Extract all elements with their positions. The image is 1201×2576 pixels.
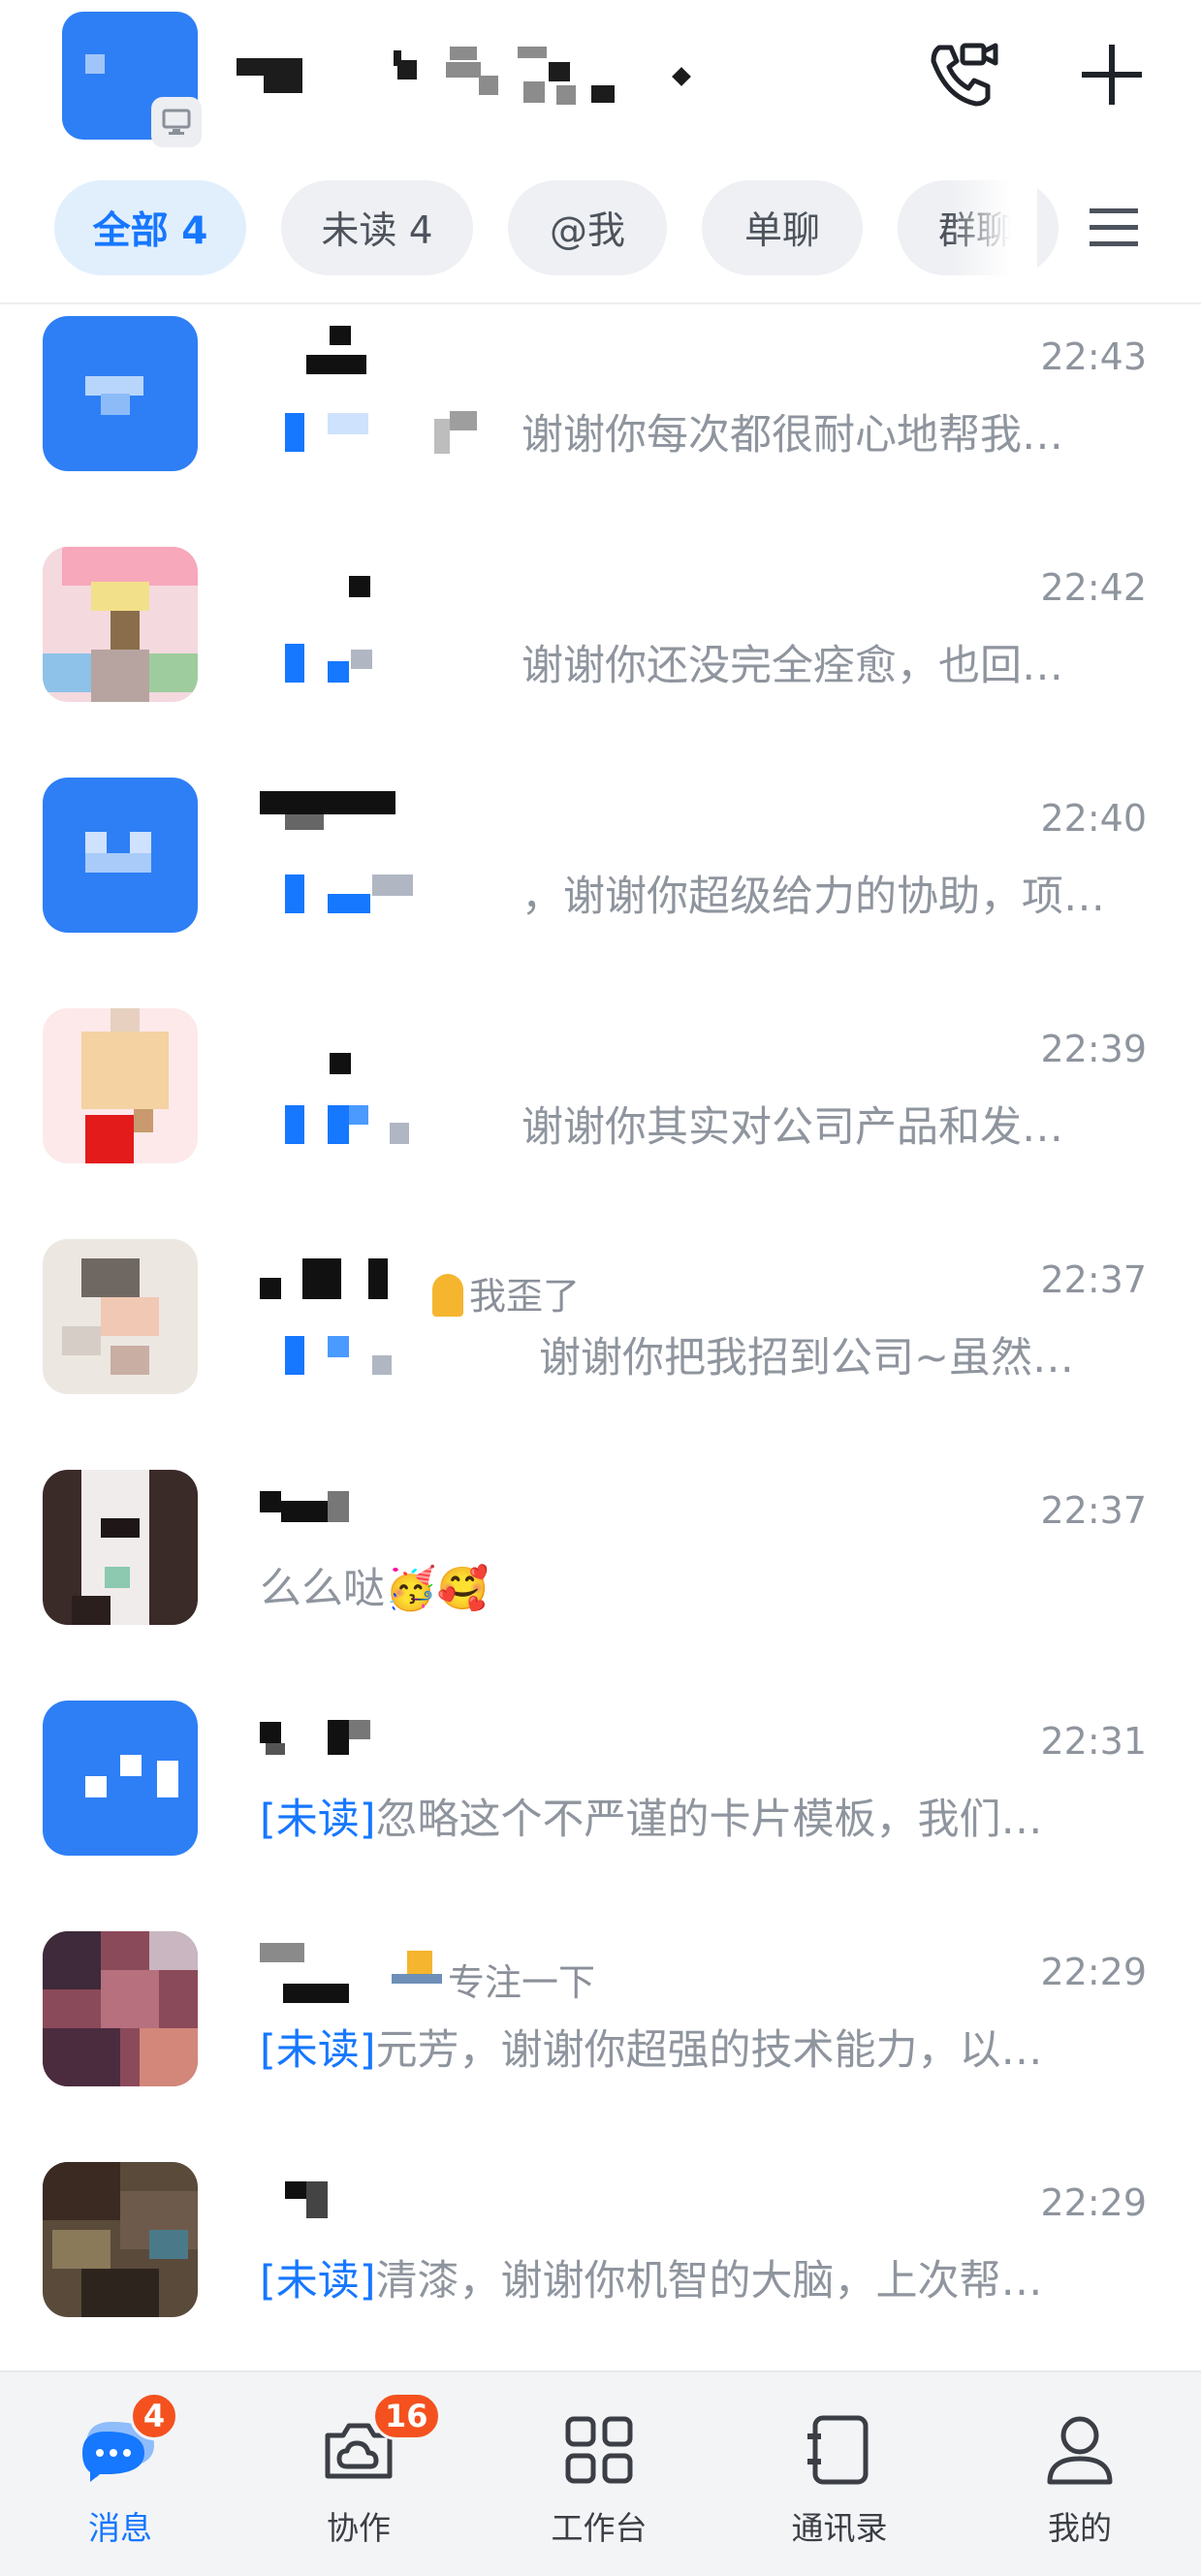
profile-icon xyxy=(1041,2411,1119,2489)
nav-workbench[interactable]: 工作台 xyxy=(502,2372,696,2576)
preview-text: 元芳，谢谢你超强的技术能力，以… xyxy=(375,2026,1043,2075)
preview-text: 么么哒🥳🥰 xyxy=(260,1565,490,1613)
nav-messages[interactable]: 4 消息 xyxy=(23,2372,217,2576)
preview-text: 忽略这个不严谨的卡片模板，我们… xyxy=(375,1796,1043,1844)
avatar xyxy=(43,1701,198,1856)
avatar xyxy=(43,1239,198,1394)
chat-time: 22:42 xyxy=(1040,566,1147,609)
chat-row[interactable]: 我歪了 22:37 谢谢你把我招到公司~虽然… xyxy=(0,1227,1201,1458)
tab-all[interactable]: 全部 4 xyxy=(54,180,246,275)
chat-row[interactable]: 22:37 么么哒🥳🥰 xyxy=(0,1458,1201,1689)
chat-preview: [未读]清漆，谢谢你机智的大脑，上次帮… xyxy=(260,2247,1142,2307)
nav-label: 消息 xyxy=(88,2509,152,2547)
chat-time: 22:29 xyxy=(1040,2181,1147,2224)
unread-tag: [未读] xyxy=(260,1796,376,1844)
avatar xyxy=(43,778,198,933)
chat-preview: [未读]忽略这个不严谨的卡片模板，我们… xyxy=(260,1786,1142,1846)
nav-collaboration[interactable]: 16 协作 xyxy=(262,2372,456,2576)
chat-row[interactable]: 22:31 [未读]忽略这个不严谨的卡片模板，我们… xyxy=(0,1689,1201,1920)
chat-time: 22:37 xyxy=(1040,1258,1147,1301)
chat-row[interactable]: 22:39 谢谢你其实对公司产品和发… xyxy=(0,997,1201,1227)
chat-preview: ，谢谢你超级给力的协助，项… xyxy=(521,863,1142,923)
chat-preview: 谢谢你还没完全痊愈，也回… xyxy=(521,632,1142,692)
contact-name xyxy=(260,557,415,702)
chat-time: 22:43 xyxy=(1040,335,1147,378)
chat-row[interactable]: 22:42 谢谢你还没完全痊愈，也回… xyxy=(0,535,1201,766)
custom-status: 专注一下 xyxy=(448,1961,596,2004)
contact-name xyxy=(260,1249,415,1394)
unread-badge: 4 xyxy=(130,2392,178,2440)
avatar xyxy=(43,1470,198,1625)
chat-row[interactable]: 22:29 [未读]清漆，谢谢你机智的大脑，上次帮… xyxy=(0,2150,1201,2381)
preview-text: 谢谢你还没完全痊愈，也回… xyxy=(521,642,1063,690)
chat-time: 22:37 xyxy=(1040,1489,1147,1532)
video-call-icon[interactable] xyxy=(919,31,1006,118)
avatar xyxy=(43,316,198,471)
preview-text: 谢谢你其实对公司产品和发… xyxy=(521,1103,1063,1152)
preview-text: 谢谢你每次都很耐心地帮我… xyxy=(521,411,1063,460)
chat-time: 22:39 xyxy=(1040,1028,1147,1070)
menu-icon[interactable] xyxy=(1070,184,1157,271)
chat-preview: 谢谢你把我招到公司~虽然… xyxy=(539,1324,1142,1384)
unread-tag: [未读] xyxy=(260,2026,376,2075)
nav-contacts[interactable]: 通讯录 xyxy=(743,2372,936,2576)
avatar xyxy=(43,2162,198,2317)
tab-direct[interactable]: 单聊 xyxy=(702,180,863,275)
chat-time: 22:31 xyxy=(1040,1720,1147,1763)
avatar xyxy=(43,547,198,702)
plus-icon[interactable] xyxy=(1068,31,1155,118)
chat-preview: 谢谢你其实对公司产品和发… xyxy=(521,1094,1142,1154)
chat-time: 22:29 xyxy=(1040,1951,1147,1993)
chat-row[interactable]: 22:43 谢谢你每次都很耐心地帮我… xyxy=(0,304,1201,535)
contact-name xyxy=(260,1018,415,1163)
bottom-nav: 4 消息 16 协作 工作台 通讯录 我的 xyxy=(0,2370,1201,2576)
status-emoji-mask xyxy=(434,411,481,454)
status-emoji xyxy=(392,1951,442,1986)
chat-row[interactable]: 22:40 ，谢谢你超级给力的协助，项… xyxy=(0,766,1201,997)
nav-profile[interactable]: 我的 xyxy=(983,2372,1177,2576)
status-emoji xyxy=(432,1274,463,1317)
chat-preview: 么么哒🥳🥰 xyxy=(260,1555,1142,1615)
filter-tabs: 全部 4 未读 4 @我 单聊 群聊 xyxy=(0,180,1201,281)
chat-preview: 谢谢你每次都很耐心地帮我… xyxy=(521,401,1142,461)
workbench-icon xyxy=(560,2411,638,2489)
preview-text: 谢谢你把我招到公司~虽然… xyxy=(539,1334,1075,1383)
nav-label: 通讯录 xyxy=(791,2509,888,2547)
nav-label: 我的 xyxy=(1048,2509,1112,2547)
top-bar xyxy=(0,0,1201,163)
tabs-fade xyxy=(950,180,1037,281)
chat-row[interactable]: 专注一下 22:29 [未读]元芳，谢谢你超强的技术能力，以… xyxy=(0,1920,1201,2150)
avatar xyxy=(43,1931,198,2086)
avatar xyxy=(43,1008,198,1163)
chat-preview: [未读]元芳，谢谢你超强的技术能力，以… xyxy=(260,2017,1142,2077)
contact-name xyxy=(260,787,415,933)
unread-badge: 16 xyxy=(372,2392,441,2440)
chat-time: 22:40 xyxy=(1040,797,1147,840)
tab-unread[interactable]: 未读 4 xyxy=(281,180,473,275)
unread-tag: [未读] xyxy=(260,2257,376,2306)
tab-mentions[interactable]: @我 xyxy=(508,180,667,275)
custom-status: 我歪了 xyxy=(469,1275,581,1318)
workspace-title[interactable] xyxy=(237,47,702,109)
preview-text: 清漆，谢谢你机智的大脑，上次帮… xyxy=(375,2257,1043,2306)
preview-text: ，谢谢你超级给力的协助，项… xyxy=(521,873,1105,921)
contacts-icon xyxy=(801,2411,878,2489)
desktop-icon xyxy=(151,97,202,147)
nav-label: 协作 xyxy=(327,2509,391,2547)
nav-label: 工作台 xyxy=(551,2509,648,2547)
contact-name xyxy=(260,326,415,471)
